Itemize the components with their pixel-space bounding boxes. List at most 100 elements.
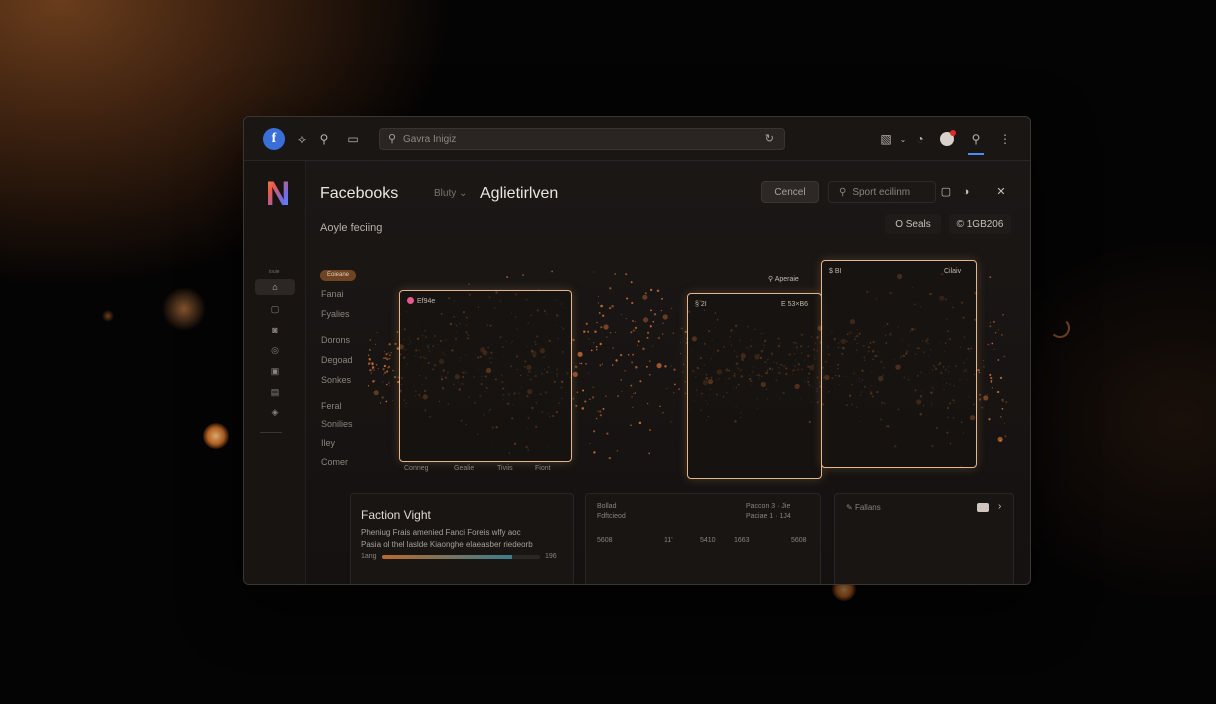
copy-icon[interactable]: ▢: [938, 184, 954, 200]
particle-dot: [648, 452, 651, 455]
particle-dot: [993, 348, 995, 350]
particle-dot: [681, 327, 683, 330]
breadcrumb[interactable]: Bluty ⌄: [434, 188, 467, 199]
particle-dot: [372, 368, 374, 370]
particle-dot: [577, 351, 583, 357]
toggle-icon[interactable]: [977, 503, 989, 512]
particle-dot: [599, 364, 602, 367]
page-subtitle: Aoyle feciing: [320, 222, 383, 234]
clock-icon[interactable]: ◔: [910, 129, 930, 149]
particle-dot: [386, 383, 388, 386]
particle-dot: [632, 406, 634, 409]
chevron-right-icon[interactable]: ›: [998, 501, 1001, 512]
particle-dot: [620, 314, 622, 316]
card1-label: Ef94e: [417, 298, 436, 305]
particle-dot: [599, 342, 602, 346]
sidebar: N iouie ⌂ ▢ ◙ ◎ ▣ ▤ ◈: [244, 161, 306, 584]
more-options-icon[interactable]: ⋮: [995, 129, 1015, 149]
nav-badge[interactable]: Eoieane: [320, 270, 356, 281]
particle-dot: [572, 338, 575, 342]
particle-dot: [595, 417, 598, 420]
status-dot-icon: [407, 297, 414, 304]
plot-card[interactable]: [687, 293, 822, 479]
particle-dot: [594, 330, 597, 333]
particle-dot: [388, 354, 391, 357]
plot-card[interactable]: [821, 260, 977, 468]
app-logo[interactable]: N: [258, 175, 298, 213]
search-icon: ⚲: [768, 276, 775, 283]
particle-dot: [662, 322, 664, 325]
particle-dot: [1003, 355, 1005, 358]
search-input[interactable]: Gavra Inigiz: [403, 134, 456, 145]
shield-icon[interactable]: ◑: [958, 184, 974, 200]
window-icon[interactable]: ▭: [343, 129, 363, 149]
particle-dot: [387, 366, 389, 369]
avatar[interactable]: [940, 130, 956, 146]
particle-dot: [597, 302, 599, 304]
active-tab-indicator: [968, 153, 984, 155]
nav-item[interactable]: Degoad: [321, 355, 353, 365]
sidebar-folder-icon[interactable]: ▤: [268, 386, 282, 398]
fallans-row[interactable]: ✎ Fallans: [846, 503, 881, 512]
particle-dot: [646, 336, 649, 339]
particle-dot: [673, 368, 676, 371]
particle-dot: [999, 376, 1003, 380]
particle-dot: [387, 352, 389, 354]
sidebar-chat-icon[interactable]: ◙: [268, 324, 282, 336]
particle-dot: [388, 357, 391, 360]
particle-dot: [593, 271, 595, 273]
particle-dot: [989, 373, 992, 376]
particle-dot: [990, 381, 993, 383]
particle-dot: [390, 352, 392, 354]
particle-dot: [574, 365, 578, 369]
particle-dot: [370, 372, 372, 375]
storage-pill[interactable]: © 1GB206: [949, 214, 1011, 234]
particle-dot: [589, 398, 591, 400]
nav-item[interactable]: Fanai: [321, 289, 344, 299]
particle-dot: [983, 366, 985, 368]
sidebar-home-icon[interactable]: ⌂: [255, 279, 295, 295]
search-bar[interactable]: ⚲ Gavra Inigiz ↻: [379, 128, 785, 150]
sidebar-pin-icon[interactable]: ◈: [268, 406, 282, 418]
particle-dot: [603, 324, 609, 330]
stats-value: 5608: [597, 537, 613, 544]
particle-dot: [572, 371, 578, 377]
particle-dot: [991, 342, 994, 345]
cancel-button[interactable]: Cencel: [761, 181, 819, 203]
particle-dot: [521, 273, 525, 277]
particle-dot: [631, 396, 633, 398]
particle-dot: [625, 317, 627, 320]
sport-search-field[interactable]: ⚲ Sport ecilinm: [828, 181, 936, 203]
plot-card[interactable]: [399, 290, 572, 462]
sparkle-icon[interactable]: ⟡: [292, 129, 312, 149]
sidebar-divider: [260, 432, 282, 433]
stats-value: 11': [664, 537, 673, 544]
particle-dot: [596, 349, 598, 351]
nav-item[interactable]: Fyalies: [321, 309, 350, 319]
particle-dot: [670, 307, 673, 309]
nav-item[interactable]: Feral: [321, 401, 342, 411]
nav-item[interactable]: Dorons: [321, 335, 350, 345]
progress-fill: [382, 555, 512, 559]
particle-dot: [371, 366, 375, 369]
particle-dot: [383, 351, 385, 353]
particle-dot: [373, 390, 379, 396]
search-icon[interactable]: ⚲: [314, 129, 334, 149]
nav-item[interactable]: Iley: [321, 438, 335, 448]
sidebar-globe-icon[interactable]: ◎: [268, 344, 282, 356]
search-icon[interactable]: ⚲: [966, 129, 986, 149]
sidebar-calendar-icon[interactable]: ▢: [268, 303, 282, 315]
particle-dot: [1000, 333, 1003, 336]
nav-item[interactable]: Sonkes: [321, 375, 351, 385]
seals-pill[interactable]: O Seals: [885, 214, 941, 234]
close-icon[interactable]: ✕: [993, 184, 1009, 200]
particle-dot: [630, 281, 633, 284]
x-axis-label: Fiont: [535, 465, 551, 472]
facebook-logo-icon[interactable]: f: [263, 128, 285, 150]
particle-dot: [645, 292, 647, 294]
sidebar-image-icon[interactable]: ▣: [268, 365, 282, 377]
refresh-icon[interactable]: ↻: [765, 132, 774, 145]
nav-item[interactable]: Comer: [321, 457, 348, 467]
nav-item[interactable]: Sonilies: [321, 419, 353, 429]
particle-dot: [1002, 314, 1004, 316]
